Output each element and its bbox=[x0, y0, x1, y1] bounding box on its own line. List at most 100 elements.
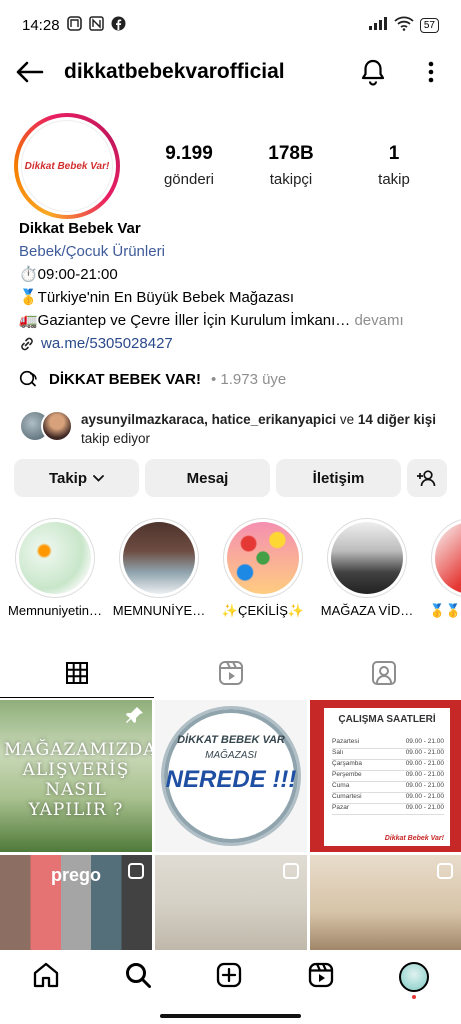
community-channel[interactable]: DİKKAT BEBEK VAR! • 1.973 üye bbox=[19, 370, 286, 388]
hours-time: 09.00 - 21.00 bbox=[405, 793, 444, 800]
bio-more-link[interactable]: devamı bbox=[350, 312, 403, 329]
hours-title: ÇALIŞMA SAATLERİ bbox=[338, 714, 436, 725]
message-button[interactable]: Mesaj bbox=[145, 459, 270, 497]
add-person-button[interactable] bbox=[407, 459, 447, 497]
more-options-button[interactable] bbox=[421, 56, 441, 88]
post-thumbnail[interactable]: DİKKAT BEBEK VAR MAĞAZASI NEREDE !!! bbox=[155, 700, 307, 852]
nav-search[interactable] bbox=[124, 961, 152, 994]
nfc-icon bbox=[88, 15, 104, 35]
highlight-item[interactable]: ✨ÇEKİLİŞ✨ bbox=[215, 518, 311, 619]
hours-time: 09.00 - 21.00 bbox=[405, 782, 444, 789]
bio-line-delivery: 🚛Gaziantep ve Çevre İller İçin Kurulum İ… bbox=[19, 309, 449, 332]
highlight-item[interactable]: 🥇🥇M bbox=[423, 518, 461, 619]
highlight-item[interactable]: MEMNUNİYE… bbox=[111, 518, 207, 618]
hours-row: Cuma 09.00 - 21.00 bbox=[332, 782, 444, 793]
highlight-label: MEMNUNİYE… bbox=[112, 603, 206, 618]
stat-following[interactable]: 1 takip bbox=[364, 143, 424, 188]
followed-by[interactable]: aysunyilmazkaraca, hatice_erikanyapici v… bbox=[19, 410, 449, 450]
tab-reels[interactable] bbox=[154, 648, 308, 698]
bell-icon bbox=[361, 59, 385, 86]
hours-row: Pazar 09.00 - 21.00 bbox=[332, 804, 444, 815]
status-time: 14:28 bbox=[22, 16, 60, 34]
story-highlights: Memnuniyetin… MEMNUNİYE… ✨ÇEKİLİŞ✨ MAĞAZ… bbox=[0, 518, 461, 628]
hours-time: 09.00 - 21.00 bbox=[405, 771, 444, 778]
link-icon bbox=[21, 337, 33, 350]
arrow-left-icon bbox=[16, 61, 44, 83]
hours-time: 09.00 - 21.00 bbox=[405, 804, 444, 811]
hours-time: 09.00 - 21.00 bbox=[405, 738, 444, 745]
hours-day: Pazartesi bbox=[332, 738, 360, 745]
profile-display-name: Dikkat Bebek Var bbox=[19, 220, 141, 237]
bio-website-link[interactable]: wa.me/5305028427 bbox=[19, 332, 449, 355]
notification-icon bbox=[66, 15, 82, 35]
community-name: DİKKAT BEBEK VAR! bbox=[49, 370, 201, 388]
hours-row: Perşembe 09.00 - 21.00 bbox=[332, 771, 444, 782]
highlight-item[interactable]: MAĞAZA VİD… bbox=[319, 518, 415, 618]
back-button[interactable] bbox=[14, 54, 50, 90]
highlight-cover bbox=[227, 522, 299, 594]
follower-avatar bbox=[41, 410, 73, 442]
stat-followers-label: takipçi bbox=[269, 171, 313, 188]
profile-username: dikkatbebekvarofficial bbox=[64, 60, 285, 83]
nav-reels[interactable] bbox=[307, 961, 335, 994]
hours-day: Pazar bbox=[332, 804, 349, 811]
reels-icon bbox=[218, 661, 243, 685]
stat-followers-count: 178B bbox=[268, 143, 314, 164]
stat-followers[interactable]: 178B takipçi bbox=[258, 143, 324, 188]
highlight-item[interactable]: Memnuniyetin… bbox=[7, 518, 103, 618]
hours-day: Salı bbox=[332, 749, 344, 756]
highlight-label: ✨ÇEKİLİŞ✨ bbox=[221, 603, 305, 618]
signal-icon bbox=[368, 16, 388, 34]
highlight-cover bbox=[435, 522, 461, 594]
profile-category[interactable]: Bebek/Çocuk Ürünleri bbox=[19, 240, 449, 263]
battery-indicator: 57 bbox=[419, 17, 439, 33]
search-icon bbox=[125, 962, 151, 988]
profile-summary: Dikkat Bebek Var! 9.199 gönderi 178B tak… bbox=[14, 113, 454, 219]
carousel-icon bbox=[437, 863, 453, 879]
carousel-icon bbox=[283, 863, 299, 879]
post-thumbnail[interactable]: MAĞAZAMIZDA ALIŞVERİŞ NASIL YAPILIR ? bbox=[0, 700, 152, 852]
chevron-down-icon bbox=[93, 474, 104, 482]
nav-profile[interactable] bbox=[399, 962, 430, 999]
highlight-label: 🥇🥇M bbox=[429, 603, 461, 618]
highlight-cover bbox=[123, 522, 195, 594]
post-thumbnail[interactable]: prego bbox=[0, 855, 152, 950]
post-thumbnail[interactable]: ÇALIŞMA SAATLERİ Pazartesi 09.00 - 21.00 S… bbox=[310, 700, 461, 852]
stat-posts-count: 9.199 bbox=[165, 143, 213, 164]
nav-home[interactable] bbox=[32, 961, 60, 994]
channel-icon bbox=[19, 370, 37, 387]
post-caption: MAĞAZAMIZDA ALIŞVERİŞ NASIL YAPILIR ? bbox=[4, 740, 152, 820]
highlight-label: MAĞAZA VİD… bbox=[320, 603, 414, 618]
profile-actions: Takip Mesaj İletişim bbox=[14, 459, 447, 497]
notifications-button[interactable] bbox=[357, 56, 389, 88]
hours-row: Çarşamba 09.00 - 21.00 bbox=[332, 760, 444, 771]
hours-row: Pazartesi 09.00 - 21.00 bbox=[332, 738, 444, 749]
hours-time: 09.00 - 21.00 bbox=[405, 749, 444, 756]
post-thumbnail[interactable] bbox=[310, 855, 461, 950]
follow-button[interactable]: Takip bbox=[14, 459, 139, 497]
highlight-cover bbox=[331, 522, 403, 594]
highlight-cover bbox=[19, 522, 91, 594]
reels-icon bbox=[309, 962, 334, 987]
hours-day: Cumartesi bbox=[332, 793, 362, 800]
contact-button[interactable]: İletişim bbox=[276, 459, 401, 497]
tagged-icon bbox=[372, 661, 397, 685]
followed-by-text: aysunyilmazkaraca, hatice_erikanyapici v… bbox=[81, 412, 436, 446]
home-indicator bbox=[160, 1014, 301, 1018]
more-vertical-icon bbox=[428, 61, 434, 83]
hours-day: Perşembe bbox=[332, 771, 362, 778]
wifi-icon bbox=[394, 16, 414, 35]
pinned-icon bbox=[126, 707, 143, 723]
bio-link-text[interactable]: wa.me/5305028427 bbox=[41, 332, 173, 355]
profile-header: dikkatbebekvarofficial bbox=[0, 50, 461, 94]
nav-create[interactable] bbox=[215, 961, 243, 994]
tab-tagged[interactable] bbox=[307, 648, 461, 698]
status-bar: 14:28 57 bbox=[0, 0, 461, 50]
hours-day: Çarşamba bbox=[332, 760, 362, 767]
tab-grid[interactable] bbox=[0, 648, 154, 698]
post-thumbnail[interactable] bbox=[155, 855, 307, 950]
stat-posts[interactable]: 9.199 gönderi bbox=[156, 143, 222, 188]
profile-avatar[interactable]: Dikkat Bebek Var! bbox=[14, 113, 120, 219]
highlight-label: Memnuniyetin… bbox=[8, 603, 102, 618]
hours-list: Pazartesi 09.00 - 21.00 Salı 09.00 - 21.00 Ç… bbox=[332, 738, 444, 815]
